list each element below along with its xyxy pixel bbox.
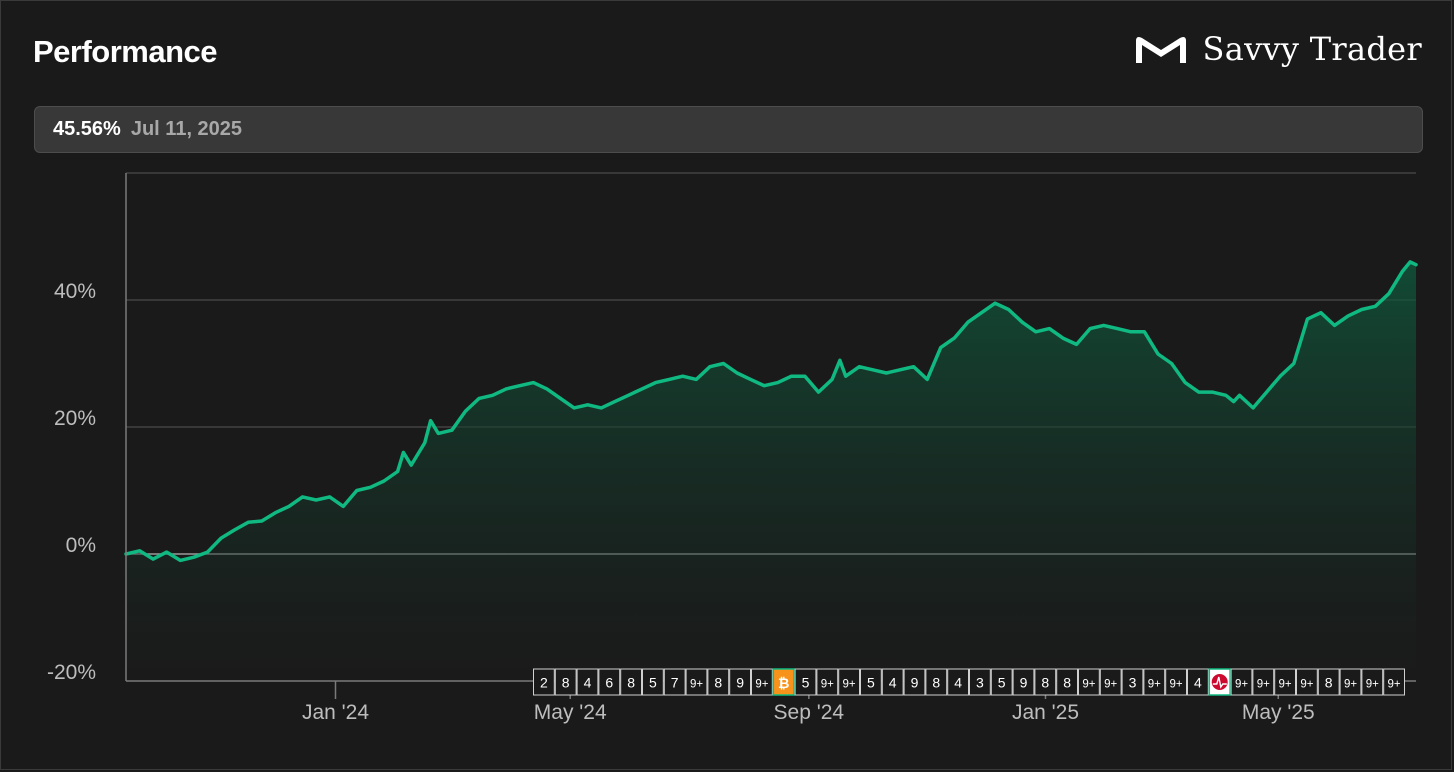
event-marker-count: 9+ <box>690 679 703 691</box>
event-marker[interactable]: ₿ <box>772 668 795 696</box>
event-marker-count: 8 <box>562 675 570 691</box>
event-marker-count: 3 <box>976 675 984 691</box>
event-marker[interactable]: 9+ <box>1296 668 1318 696</box>
event-marker-count: 2 <box>540 675 548 691</box>
event-marker-count: 6 <box>605 675 613 691</box>
event-marker-count: 5 <box>649 675 657 691</box>
event-marker[interactable]: 9+ <box>1274 668 1296 696</box>
event-marker-count: 9 <box>911 675 919 691</box>
event-marker[interactable]: 9+ <box>838 668 861 696</box>
event-marker-count: 8 <box>714 675 722 691</box>
event-marker[interactable]: 8 <box>707 668 730 696</box>
event-marker[interactable]: 8 <box>925 668 948 696</box>
event-marker[interactable]: 3 <box>1121 668 1144 696</box>
event-marker-count: 4 <box>889 675 897 691</box>
event-marker-count: 7 <box>671 675 679 691</box>
event-marker[interactable]: 4 <box>1187 668 1209 696</box>
x-tick-label: Sep '24 <box>774 701 845 724</box>
event-marker[interactable]: 9+ <box>1383 668 1405 696</box>
event-marker-count: 9+ <box>1170 679 1183 691</box>
event-marker-count: 9 <box>736 675 744 691</box>
event-marker-count: 8 <box>932 675 940 691</box>
event-marker-count: 8 <box>1041 675 1049 691</box>
event-marker-count: 8 <box>1325 675 1333 691</box>
performance-area <box>126 261 1416 681</box>
event-marker[interactable] <box>1208 668 1231 696</box>
event-marker[interactable]: 8 <box>1034 668 1057 696</box>
event-marker-count: 5 <box>867 675 875 691</box>
event-marker[interactable]: 9+ <box>1252 668 1275 696</box>
y-tick-label: -20% <box>47 661 96 684</box>
event-marker-count: 9+ <box>821 679 834 691</box>
event-marker[interactable]: 7 <box>663 668 686 696</box>
event-marker-count: 4 <box>584 675 592 691</box>
event-marker[interactable]: 9+ <box>685 668 708 696</box>
event-marker-count: 3 <box>1129 675 1137 691</box>
bitcoin-glyph: ₿ <box>778 675 789 691</box>
event-marker[interactable]: 9+ <box>1361 668 1384 696</box>
event-marker[interactable]: 9+ <box>751 668 773 696</box>
event-marker-count: 4 <box>954 675 962 691</box>
event-marker-count: 4 <box>1194 675 1202 691</box>
event-marker[interactable]: 9+ <box>1143 668 1166 696</box>
x-tick-label: Jan '25 <box>1012 701 1079 724</box>
event-marker[interactable]: 9+ <box>816 668 839 696</box>
event-marker[interactable]: 9+ <box>1078 668 1100 696</box>
event-marker-count: 8 <box>627 675 635 691</box>
event-marker[interactable]: 9 <box>729 668 752 696</box>
event-marker[interactable]: 3 <box>969 668 991 696</box>
event-marker-count: 9+ <box>1082 679 1095 691</box>
event-marker[interactable]: 9 <box>1012 668 1035 696</box>
x-tick-label: Jan '24 <box>302 701 369 724</box>
event-marker[interactable]: 9+ <box>1165 668 1187 696</box>
event-marker[interactable]: 8 <box>1317 668 1340 696</box>
event-marker[interactable]: 9+ <box>1339 668 1362 696</box>
event-marker[interactable]: 8 <box>1056 668 1078 696</box>
event-marker[interactable]: 6 <box>598 668 621 696</box>
event-marker[interactable]: 4 <box>576 668 599 696</box>
event-marker[interactable]: 5 <box>794 668 817 696</box>
y-tick-label: 40% <box>54 280 96 303</box>
event-marker-count: 9+ <box>755 679 768 691</box>
event-markers[interactable]: 2 8 4 6 8 5 7 9+ 8 9 9+ ₿ 5 9+ 9+ 5 4 9 8 4 3 5 9 8 8 9+ 9+ 3 9+ 9+ 4 9… <box>533 668 1405 696</box>
event-marker-count: 9+ <box>1104 679 1117 691</box>
event-marker[interactable]: 5 <box>990 668 1013 696</box>
event-marker-count: 9+ <box>1148 679 1161 691</box>
y-tick-label: 0% <box>66 534 96 557</box>
x-tick-label: May '25 <box>1242 701 1315 724</box>
event-marker-count: 5 <box>998 675 1006 691</box>
performance-chart[interactable]: -20% 0% 20% 40% Jan '24 May '24 Sep '24 Jan '25… <box>0 0 1454 772</box>
event-marker[interactable]: 5 <box>860 668 882 696</box>
event-marker[interactable]: 9+ <box>1099 668 1122 696</box>
event-marker-count: 9+ <box>1235 679 1248 691</box>
y-tick-label: 20% <box>54 407 96 430</box>
event-marker-count: 9+ <box>1388 679 1401 691</box>
event-marker-count: 9+ <box>843 679 856 691</box>
event-marker-count: 9+ <box>1300 679 1313 691</box>
event-marker-count: 9+ <box>1257 679 1270 691</box>
event-marker[interactable]: 9 <box>903 668 926 696</box>
event-marker[interactable]: 8 <box>620 668 643 696</box>
x-tick-label: May '24 <box>534 701 607 724</box>
event-marker-count: 9+ <box>1366 679 1379 691</box>
event-marker[interactable]: 8 <box>554 668 577 696</box>
event-marker[interactable]: 5 <box>642 668 664 696</box>
event-marker[interactable]: 2 <box>533 668 555 696</box>
event-marker[interactable]: 9+ <box>1230 668 1253 696</box>
event-marker-count: 5 <box>802 675 810 691</box>
event-marker-count: 8 <box>1063 675 1071 691</box>
event-marker-count: 9+ <box>1344 679 1357 691</box>
event-marker-count: 9 <box>1020 675 1028 691</box>
event-marker-count: 9+ <box>1279 679 1292 691</box>
event-marker[interactable]: 4 <box>881 668 904 696</box>
event-marker[interactable]: 4 <box>947 668 970 696</box>
